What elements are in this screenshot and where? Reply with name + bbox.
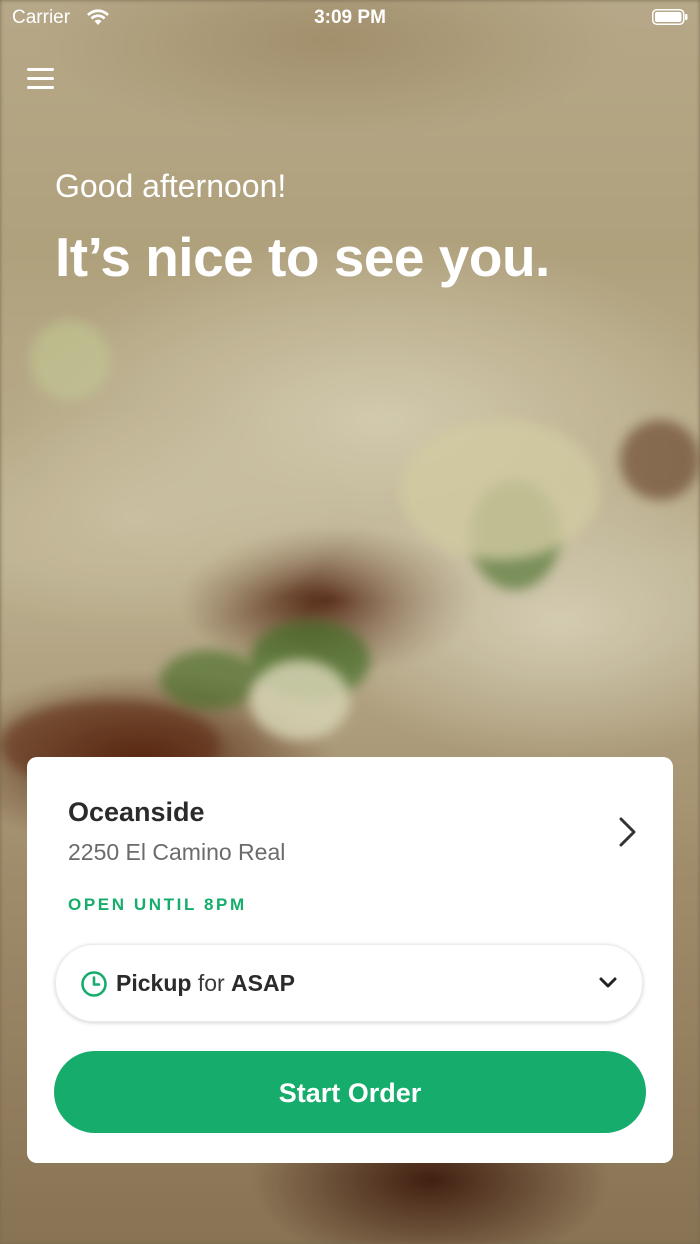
hamburger-menu-icon[interactable] bbox=[26, 66, 56, 92]
battery-icon bbox=[652, 9, 688, 25]
clock-time: 3:09 PM bbox=[314, 7, 386, 28]
app-screen: Carrier 3:09 PM Good afternoon! It’s nic… bbox=[0, 0, 700, 1244]
welcome-headline: It’s nice to see you. bbox=[55, 226, 550, 288]
chevron-down-icon[interactable] bbox=[598, 976, 618, 990]
status-bar: Carrier 3:09 PM bbox=[0, 0, 700, 40]
location-card: Oceanside 2250 El Camino Real OPEN UNTIL… bbox=[27, 757, 673, 1163]
order-time-text: ASAP bbox=[231, 970, 295, 996]
clock-icon bbox=[81, 971, 107, 997]
order-mode-text: Pickup bbox=[116, 970, 192, 996]
open-status-badge: OPEN UNTIL 8PM bbox=[68, 895, 247, 914]
pickup-label: Pickup for ASAP bbox=[116, 970, 295, 997]
chevron-right-icon[interactable] bbox=[617, 815, 639, 849]
pickup-time-selector[interactable]: Pickup for ASAP bbox=[55, 944, 643, 1022]
location-address[interactable]: 2250 El Camino Real bbox=[68, 839, 285, 866]
location-name[interactable]: Oceanside bbox=[68, 797, 205, 828]
greeting-text: Good afternoon! bbox=[55, 168, 287, 204]
start-order-button[interactable]: Start Order bbox=[54, 1051, 646, 1133]
for-text: for bbox=[197, 970, 225, 996]
